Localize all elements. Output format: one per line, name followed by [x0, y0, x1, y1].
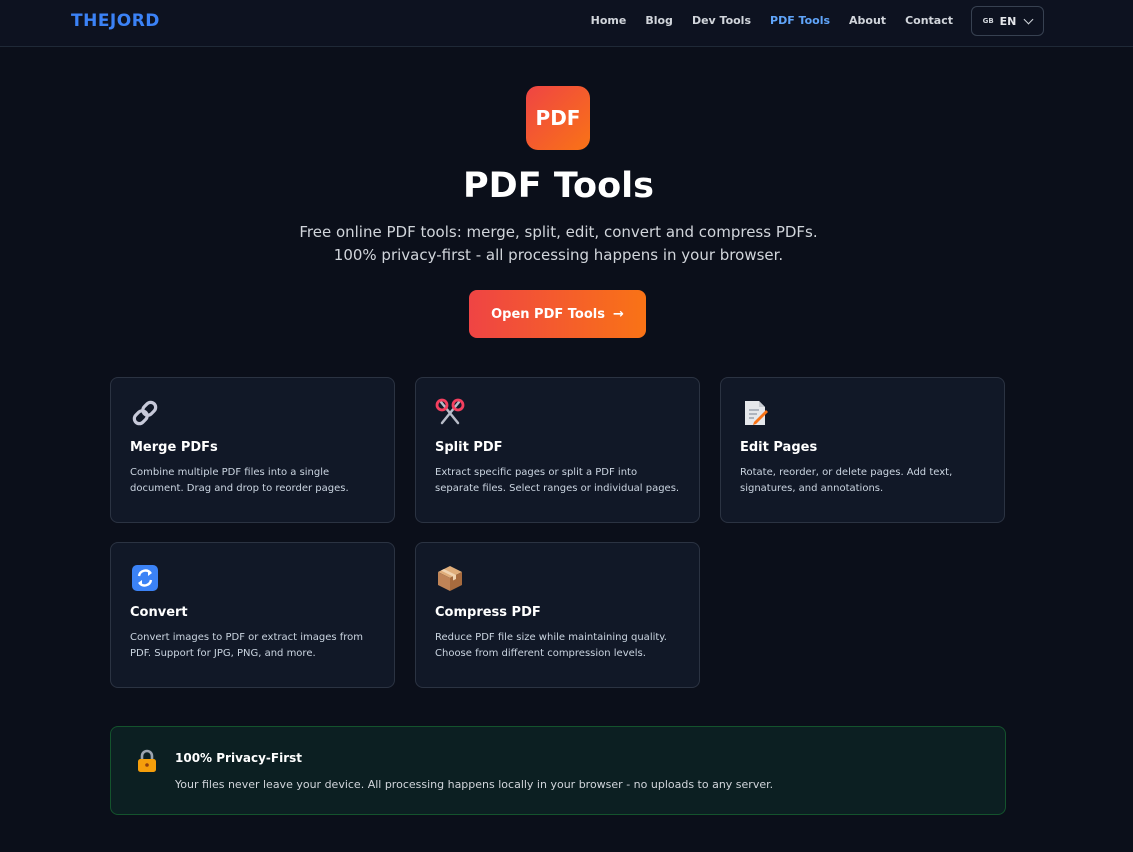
- tool-desc: Reduce PDF file size while maintaining q…: [435, 632, 667, 659]
- tool-desc: Convert images to PDF or extract images …: [130, 632, 364, 659]
- nav-link-contact[interactable]: Contact: [905, 14, 953, 27]
- convert-icon: [132, 565, 158, 591]
- tool-card-convert[interactable]: Convert Convert images to PDF or extract…: [110, 542, 395, 688]
- privacy-title: 100% Privacy-First: [175, 751, 303, 765]
- tool-card-compress[interactable]: Compress PDF Reduce PDF file size while …: [415, 542, 700, 688]
- open-pdf-tools-button[interactable]: Open PDF Tools →: [469, 290, 646, 338]
- privacy-banner: 100% Privacy-First Your files never leav…: [110, 726, 1006, 815]
- privacy-desc: Your files never leave your device. All …: [175, 778, 774, 791]
- cta-label: Open PDF Tools: [491, 306, 605, 322]
- tool-title: Edit Pages: [740, 440, 818, 455]
- memo-icon: [745, 401, 768, 425]
- arrow-right-icon: →: [612, 306, 624, 322]
- tool-card-edit[interactable]: Edit Pages Rotate, reorder, or delete pa…: [720, 377, 1005, 523]
- tool-card-merge[interactable]: Merge PDFs Combine multiple PDF files in…: [110, 377, 395, 523]
- chevron-down-icon: [1023, 14, 1034, 24]
- lock-icon: [138, 749, 156, 772]
- language-code: EN: [999, 14, 1017, 28]
- nav-link-blog[interactable]: Blog: [645, 14, 673, 27]
- site-logo[interactable]: THEJORD: [71, 11, 160, 31]
- nav-link-pdf-tools[interactable]: PDF Tools: [770, 14, 830, 27]
- tool-title: Split PDF: [435, 440, 503, 455]
- top-navbar: THEJORD Home Blog Dev Tools PDF Tools Ab…: [0, 0, 1133, 47]
- flag-gb-icon: GB: [982, 17, 994, 25]
- tool-title: Merge PDFs: [130, 440, 218, 455]
- nav-links: Home Blog Dev Tools PDF Tools About Cont…: [591, 14, 953, 27]
- language-selector[interactable]: GB EN: [971, 6, 1044, 36]
- tool-card-split[interactable]: Split PDF Extract specific pages or spli…: [415, 377, 700, 523]
- tool-desc: Combine multiple PDF files into a single…: [130, 467, 349, 494]
- page-subtitle: Free online PDF tools: merge, split, edi…: [299, 223, 818, 264]
- package-icon: [438, 566, 462, 591]
- scissors-icon: [435, 398, 465, 425]
- tool-desc: Rotate, reorder, or delete pages. Add te…: [740, 467, 953, 494]
- tool-desc: Extract specific pages or split a PDF in…: [435, 467, 680, 494]
- nav-link-about[interactable]: About: [849, 14, 886, 27]
- link-icon: [132, 400, 158, 426]
- tool-title: Convert: [130, 605, 188, 620]
- nav-link-dev-tools[interactable]: Dev Tools: [692, 14, 751, 27]
- pdf-badge-icon: PDF: [526, 86, 590, 150]
- tool-title: Compress PDF: [435, 605, 541, 620]
- nav-link-home[interactable]: Home: [591, 14, 627, 27]
- page-title: PDF Tools: [463, 166, 654, 206]
